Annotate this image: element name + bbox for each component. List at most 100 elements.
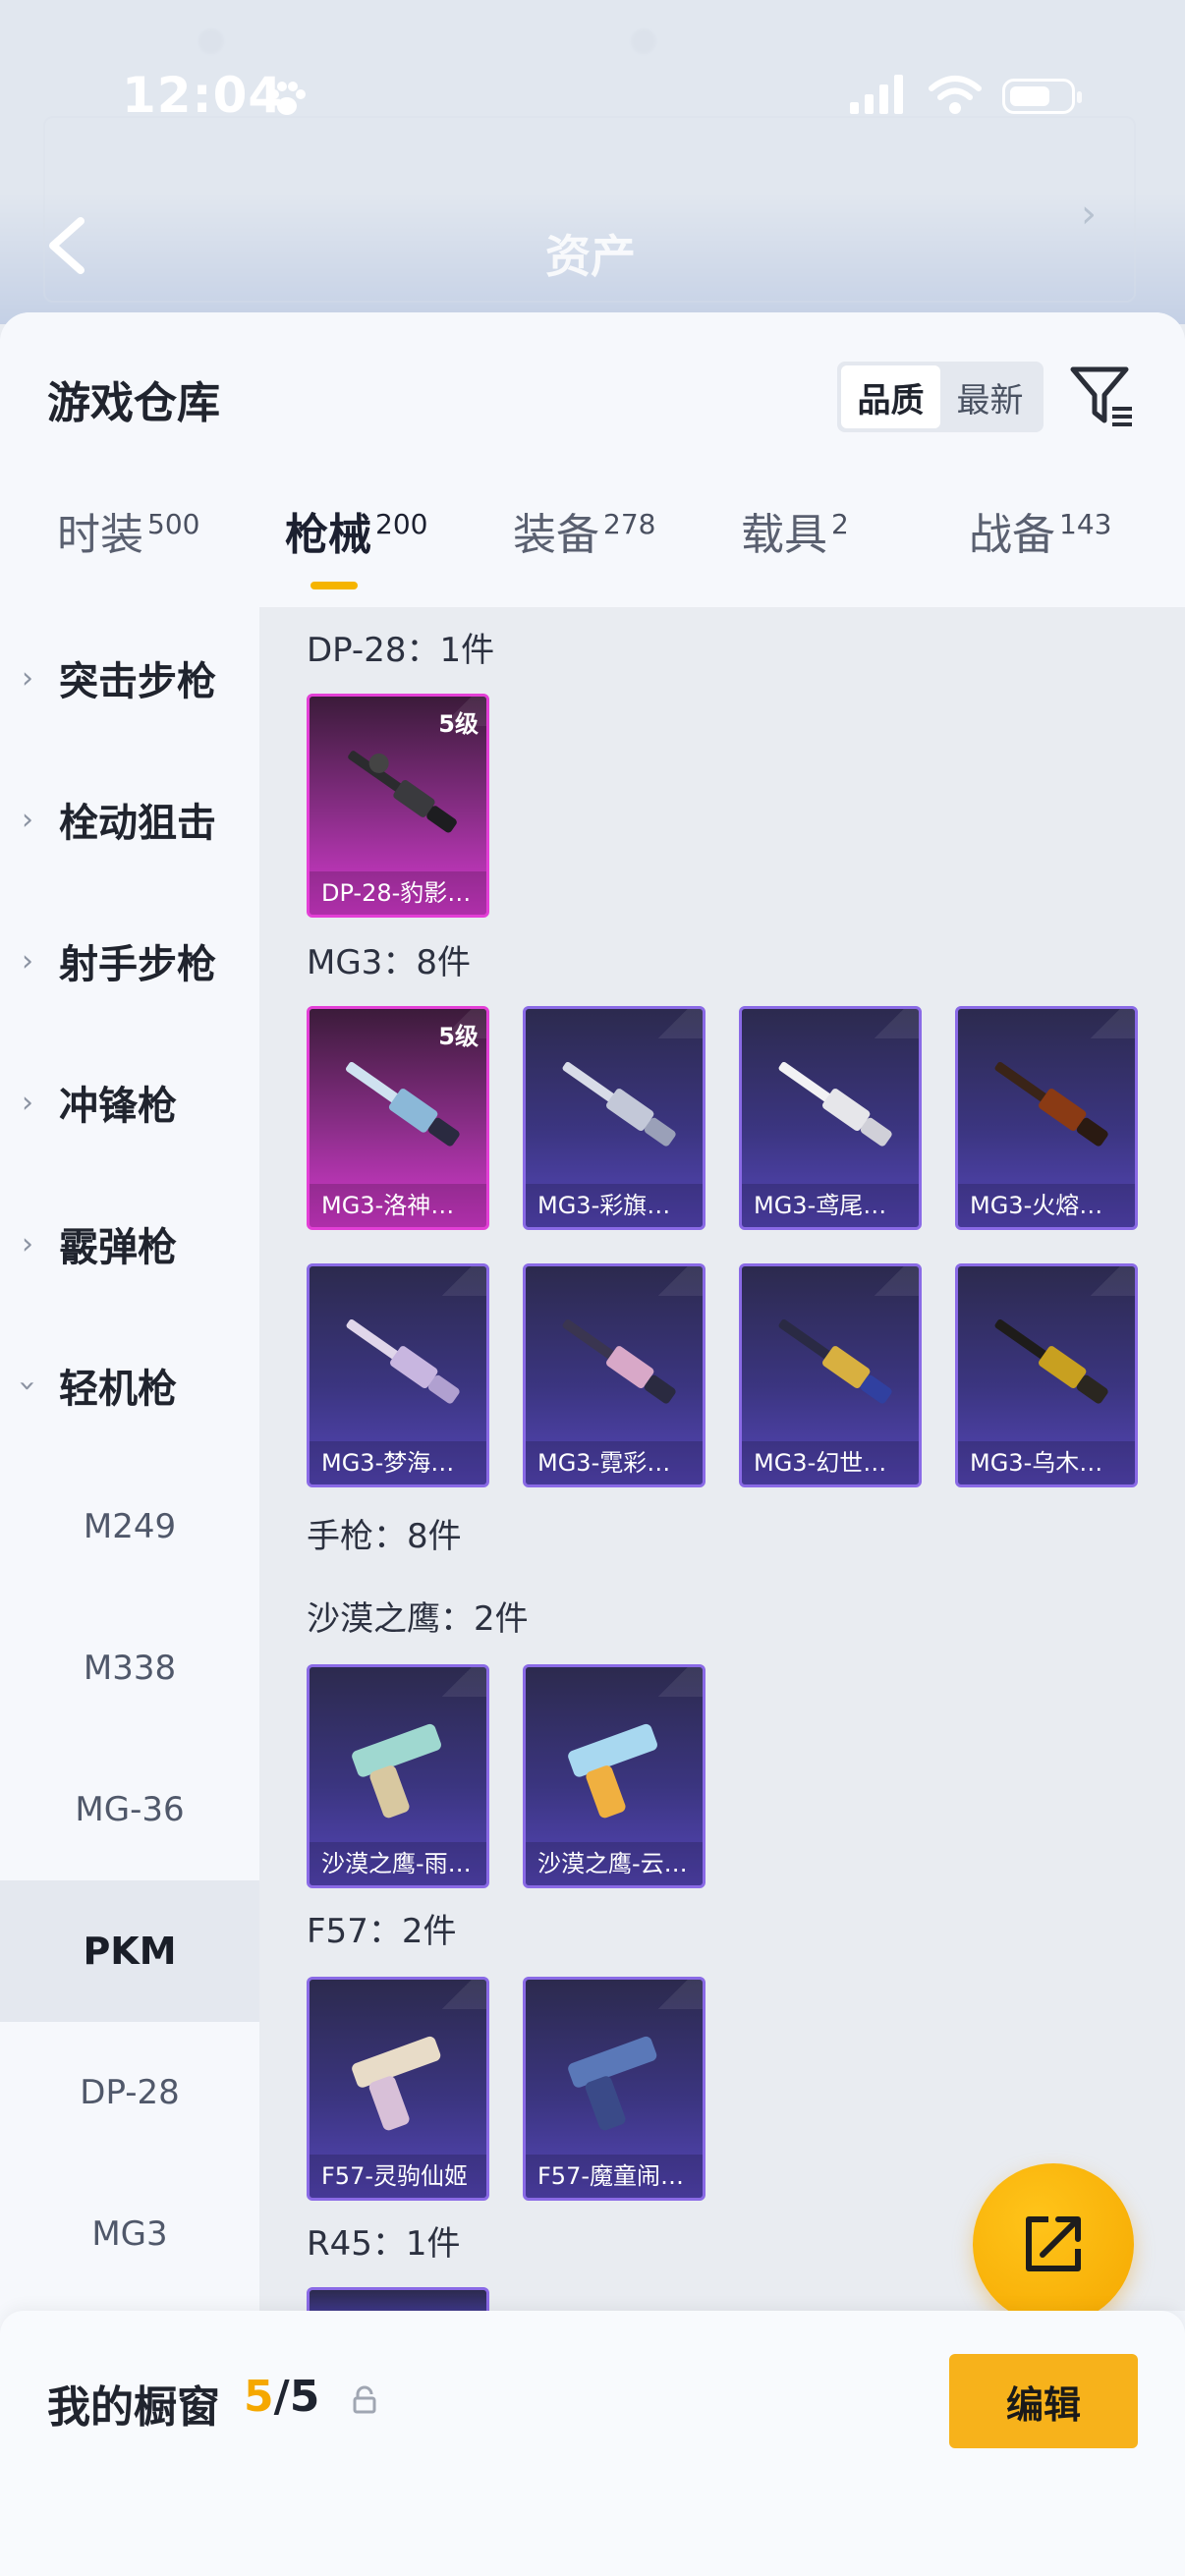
showcase-count-total: /5	[273, 2372, 320, 2422]
item-card[interactable]: 沙漠之鹰-云…	[523, 1664, 705, 1888]
tab-label: 载具	[741, 510, 827, 560]
sidebar-item-lmg[interactable]: › 轻机枪	[0, 1315, 259, 1456]
chevron-right-icon: ›	[22, 1085, 33, 1120]
sidebar-item-bolt-sniper[interactable]: › 栓动狙击	[0, 749, 259, 890]
paw-icon	[269, 82, 306, 115]
tab-count: 200	[375, 508, 428, 540]
group-title-pistol: 手枪：8件	[307, 1517, 462, 1556]
background-header: ● ● 12:04 资产 ›	[0, 0, 1185, 324]
tab-supplies[interactable]: 战备 143	[969, 499, 1111, 597]
showcase-bar: 我的橱窗 5/5 编辑	[0, 2311, 1185, 2576]
sidebar-subitem-pkm[interactable]: PKM	[0, 1880, 259, 2022]
item-card[interactable]: MG3-彩旗…	[523, 1006, 705, 1230]
edit-button[interactable]: 编辑	[949, 2354, 1138, 2448]
item-name: MG3-梦海…	[310, 1441, 486, 1484]
item-card[interactable]: MG3-霓彩…	[523, 1263, 705, 1487]
group-title-f57: F57：2件	[307, 1912, 457, 1951]
sidebar-subitem-dp28[interactable]: DP-28	[0, 2022, 259, 2163]
sheet-header: 游戏仓库 品质 最新 时装 500 枪械 200 装备 278 载具 2 战备 …	[0, 312, 1185, 607]
item-card[interactable]: MG3-火熔…	[955, 1006, 1138, 1230]
item-card[interactable]: 沙漠之鹰-雨…	[307, 1664, 489, 1888]
sidebar-item-shotgun[interactable]: › 霰弹枪	[0, 1173, 259, 1315]
lmg-skin-image	[562, 1062, 676, 1147]
tab-label: 枪械	[285, 510, 371, 560]
item-name: F57-灵驹仙姬	[310, 2155, 486, 2198]
lmg-skin-image	[562, 1319, 676, 1404]
category-tabs: 时装 500 枪械 200 装备 278 载具 2 战备 143	[0, 499, 1185, 607]
battery-icon	[1002, 79, 1082, 114]
item-name: MG3-乌木…	[958, 1441, 1135, 1484]
lock-icon	[353, 2385, 376, 2414]
lmg-skin-image	[778, 1319, 892, 1404]
pistol-skin-image	[352, 2036, 441, 2131]
tab-label: 时装	[57, 510, 143, 560]
item-card[interactable]: MG3-梦海…	[307, 1263, 489, 1487]
lmg-skin-image	[348, 751, 457, 833]
sidebar-subitem-m338[interactable]: M338	[0, 1597, 259, 1739]
item-name: MG3-洛神…	[310, 1184, 486, 1227]
category-sidebar: › 突击步枪 › 栓动狙击 › 射手步枪 › 冲锋枪 › 霰弹枪 › 轻机枪 M…	[0, 607, 259, 2576]
tab-label: 装备	[513, 510, 599, 560]
item-card[interactable]: F57-灵驹仙姬	[307, 1977, 489, 2201]
item-card[interactable]: 5级 MG3-洛神…	[307, 1006, 489, 1230]
lmg-skin-image	[994, 1062, 1108, 1147]
chevron-right-icon: ›	[1081, 192, 1097, 237]
sidebar-item-label: 栓动狙击	[59, 801, 216, 846]
item-name: DP-28-豹影…	[310, 871, 486, 915]
group-title-mg3: MG3：8件	[307, 943, 471, 982]
group-title-r45: R45：1件	[307, 2224, 461, 2264]
item-name: MG3-幻世…	[742, 1441, 919, 1484]
sidebar-item-label: 冲锋枪	[59, 1084, 177, 1129]
group-title-dp28: DP-28：1件	[307, 631, 495, 670]
pistol-skin-image	[568, 1723, 657, 1819]
sort-by-newest-button[interactable]: 最新	[940, 365, 1040, 428]
tab-equipment[interactable]: 装备 278	[513, 499, 655, 597]
item-name: MG3-霓彩…	[526, 1441, 703, 1484]
chevron-right-icon: ›	[22, 1226, 33, 1261]
pistol-skin-image	[352, 1723, 441, 1819]
lmg-skin-image	[778, 1062, 892, 1147]
lmg-skin-image	[346, 1319, 460, 1404]
showcase-count-current: 5	[244, 2372, 274, 2422]
lmg-skin-image	[346, 1062, 460, 1147]
item-card[interactable]	[307, 2287, 489, 2311]
status-time: 12:04	[122, 67, 284, 124]
warehouse-sheet: 游戏仓库 品质 最新 时装 500 枪械 200 装备 278 载具 2 战备 …	[0, 312, 1185, 2576]
warehouse-title: 游戏仓库	[47, 378, 220, 428]
sidebar-subitem-mg36[interactable]: MG-36	[0, 1739, 259, 1880]
sidebar-item-label: 射手步枪	[59, 942, 216, 987]
group-title-desert-eagle: 沙漠之鹰：2件	[307, 1599, 529, 1639]
tab-count: 500	[147, 508, 200, 540]
item-name: F57-魔童闹…	[526, 2155, 703, 2198]
item-card[interactable]: MG3-乌木…	[955, 1263, 1138, 1487]
item-name: MG3-彩旗…	[526, 1184, 703, 1227]
active-tab-indicator	[310, 582, 358, 589]
sidebar-item-label: 轻机枪	[59, 1367, 177, 1412]
wifi-icon	[929, 76, 982, 114]
tab-fashion[interactable]: 时装 500	[57, 499, 199, 597]
page-title: 资产	[545, 230, 636, 283]
sidebar-subitem-mg3[interactable]: MG3	[0, 2163, 259, 2305]
back-arrow-icon[interactable]	[39, 211, 98, 280]
item-name: 沙漠之鹰-雨…	[310, 1842, 486, 1885]
share-export-button[interactable]	[973, 2163, 1134, 2324]
showcase-label: 我的橱窗	[47, 2382, 220, 2433]
sort-by-quality-button[interactable]: 品质	[841, 365, 940, 428]
item-card[interactable]: MG3-幻世…	[739, 1263, 922, 1487]
cellular-signal-icon	[850, 75, 903, 114]
chevron-right-icon: ›	[22, 943, 33, 979]
sidebar-subitem-m249[interactable]: M249	[0, 1456, 259, 1597]
filter-icon[interactable]	[1069, 364, 1138, 432]
showcase-count: 5/5	[244, 2372, 319, 2422]
tab-vehicles[interactable]: 载具 2	[741, 499, 849, 597]
sidebar-item-assault-rifle[interactable]: › 突击步枪	[0, 607, 259, 749]
item-card[interactable]: 5级 DP-28-豹影…	[307, 694, 489, 918]
sort-toggle: 品质 最新	[837, 362, 1044, 432]
item-card[interactable]: MG3-鸢尾…	[739, 1006, 922, 1230]
item-card[interactable]: F57-魔童闹…	[523, 1977, 705, 2201]
sidebar-item-marksman-rifle[interactable]: › 射手步枪	[0, 890, 259, 1032]
external-link-icon	[1026, 2216, 1081, 2271]
sidebar-item-label: 突击步枪	[59, 659, 216, 704]
item-name: MG3-鸢尾…	[742, 1184, 919, 1227]
sidebar-item-smg[interactable]: › 冲锋枪	[0, 1032, 259, 1173]
